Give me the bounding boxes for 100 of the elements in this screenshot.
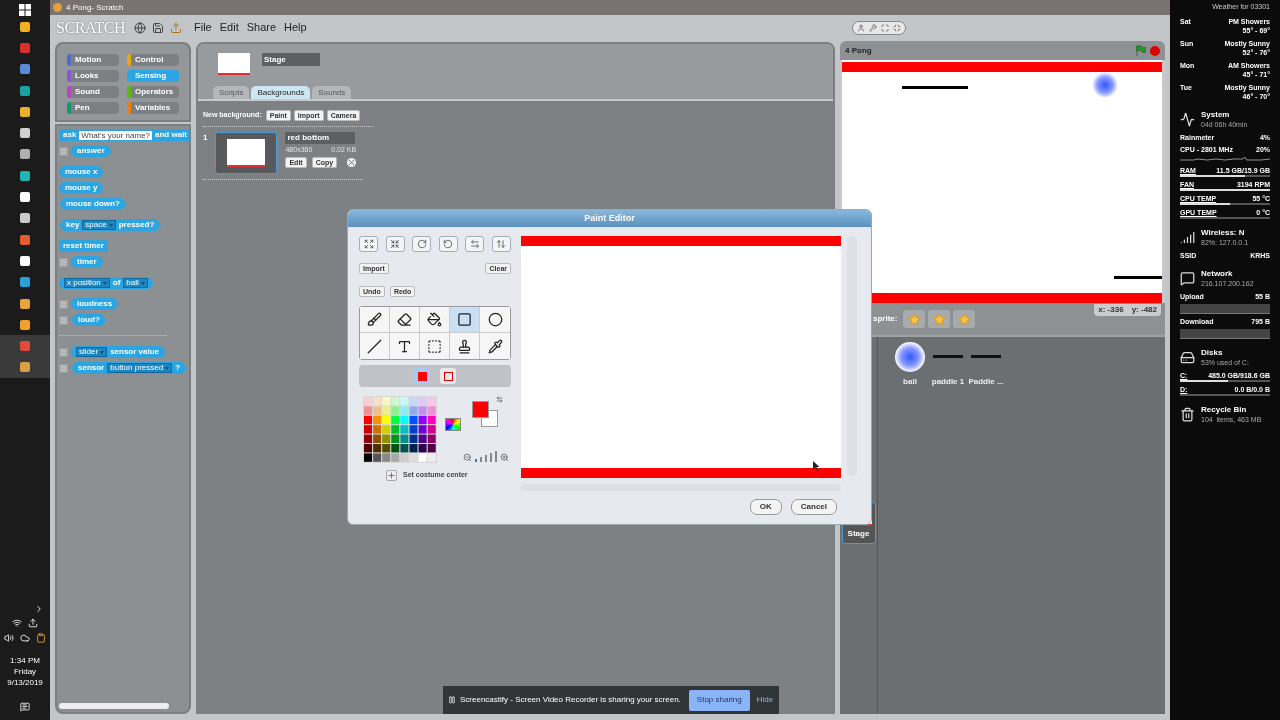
tool-button[interactable] — [480, 333, 510, 359]
sensing-block[interactable]: ask What's your name? and wait — [59, 129, 189, 141]
sensing-block[interactable]: mouse x — [59, 166, 104, 178]
menu-item[interactable]: Edit — [219, 19, 239, 36]
windows-icon[interactable] — [19, 4, 31, 16]
fill-mode-button[interactable] — [440, 368, 456, 384]
category-button[interactable]: Variables — [127, 102, 179, 114]
tab[interactable]: Backgrounds — [251, 86, 311, 99]
clipboard-icon[interactable] — [36, 633, 46, 643]
app-icon[interactable] — [20, 298, 30, 309]
transform-button[interactable] — [359, 236, 378, 252]
hide-link[interactable]: Hide — [756, 694, 774, 706]
category-button[interactable]: Sound — [67, 86, 119, 98]
clock-day[interactable]: Friday — [13, 666, 37, 677]
color-spectrum-icon[interactable] — [445, 418, 461, 431]
tool-button[interactable] — [480, 307, 510, 333]
transform-button[interactable] — [412, 236, 432, 252]
app-icon[interactable] — [20, 277, 30, 288]
sprite-name-field[interactable]: Stage — [262, 53, 320, 66]
zoom-out-icon[interactable] — [463, 453, 472, 462]
sensing-block[interactable]: timer — [71, 256, 103, 268]
app-icon[interactable] — [20, 128, 30, 139]
set-center-icon[interactable] — [386, 470, 397, 481]
costume-name-field[interactable]: red bottom — [285, 132, 356, 144]
dialog-button[interactable]: OK — [749, 499, 782, 515]
notification-icon[interactable] — [20, 702, 30, 712]
category-button[interactable]: Operators — [127, 86, 179, 98]
app-icon[interactable] — [20, 106, 30, 117]
transform-button[interactable] — [438, 236, 458, 252]
block-input[interactable]: What's your name? — [79, 130, 153, 140]
tab[interactable]: Sounds — [312, 86, 352, 99]
block-dropdown[interactable]: slider — [76, 347, 108, 357]
sensing-block[interactable]: mouse y — [59, 182, 104, 194]
app-icon[interactable] — [20, 21, 30, 32]
language-icon[interactable] — [134, 21, 146, 34]
signal-icon[interactable] — [1180, 230, 1195, 245]
save-icon[interactable] — [152, 21, 164, 34]
network-icon[interactable] — [1180, 271, 1195, 286]
tool-button[interactable] — [420, 307, 450, 333]
app-icon[interactable] — [20, 213, 30, 224]
stop-sharing-button[interactable]: Stop sharing — [688, 689, 750, 711]
block-dropdown[interactable]: x position — [64, 278, 110, 288]
category-button[interactable]: Motion — [67, 54, 119, 66]
app-icon[interactable] — [20, 319, 30, 330]
wifi-icon[interactable] — [12, 618, 22, 628]
swap-icon[interactable] — [496, 396, 503, 403]
sensing-block[interactable]: answer — [71, 145, 111, 157]
zoom-in-icon[interactable] — [500, 453, 509, 462]
tool-button[interactable] — [390, 333, 420, 359]
speaker-icon[interactable] — [4, 633, 14, 643]
checkbox[interactable] — [59, 347, 68, 357]
tool-button[interactable] — [390, 307, 420, 333]
menu-item[interactable]: File — [194, 19, 212, 36]
scrollbar[interactable] — [59, 703, 169, 709]
category-button[interactable]: Control — [127, 54, 179, 66]
block-dropdown[interactable]: space — [82, 220, 116, 230]
clock-time[interactable]: 1:34 PM — [10, 655, 40, 666]
cloud-icon[interactable] — [20, 633, 30, 643]
sensing-block[interactable]: key space pressed? — [59, 219, 162, 231]
stage-mode-icon[interactable] — [869, 23, 877, 32]
chevron-icon[interactable] — [34, 604, 44, 614]
app-icon[interactable] — [20, 255, 30, 266]
tool-button[interactable] — [360, 307, 390, 333]
monitor-icon[interactable] — [1180, 112, 1195, 127]
sensing-block[interactable]: loudness — [71, 298, 119, 310]
block-dropdown[interactable]: ball — [123, 278, 148, 288]
stage-mode-icon[interactable] — [857, 23, 865, 32]
checkbox[interactable] — [59, 315, 68, 325]
trash-icon[interactable] — [1180, 407, 1195, 422]
category-button[interactable]: Looks — [67, 70, 119, 82]
ball-thumbnail[interactable] — [895, 342, 925, 372]
block-dropdown[interactable]: button pressed — [107, 363, 173, 373]
canvas-drawing[interactable] — [521, 236, 841, 478]
tool-button[interactable] — [450, 307, 480, 333]
sensing-block[interactable]: slider sensor value — [71, 346, 166, 358]
delete-icon[interactable] — [347, 157, 357, 167]
tab[interactable]: Scripts — [213, 86, 250, 99]
app-icon[interactable] — [20, 149, 30, 160]
tool-button[interactable] — [450, 333, 480, 359]
sensing-block[interactable]: reset timer — [59, 240, 108, 252]
app-icon[interactable] — [20, 170, 30, 181]
sensing-block[interactable]: mouse down? — [59, 198, 127, 210]
sensing-block[interactable]: loud? — [71, 314, 107, 326]
category-button[interactable]: Sensing — [127, 70, 179, 82]
upload-icon[interactable] — [28, 618, 38, 628]
app-icon[interactable] — [20, 85, 30, 96]
checkbox[interactable] — [59, 257, 68, 267]
checkbox[interactable] — [59, 299, 68, 309]
costume-thumbnail[interactable] — [215, 132, 278, 174]
category-button[interactable]: Pen — [67, 102, 119, 114]
dialog-button[interactable]: Cancel — [790, 499, 837, 515]
sensing-block[interactable]: sensor button pressed ? — [71, 362, 188, 374]
menu-item[interactable]: Help — [284, 19, 307, 36]
checkbox[interactable] — [59, 146, 68, 156]
sensing-block[interactable]: x position of ball — [59, 277, 153, 289]
foreground-color-swatch[interactable] — [472, 401, 489, 418]
checkbox[interactable] — [59, 363, 68, 373]
transform-button[interactable] — [385, 236, 405, 252]
pause-icon[interactable] — [448, 696, 456, 704]
color-palette-drawing[interactable] — [363, 396, 437, 463]
